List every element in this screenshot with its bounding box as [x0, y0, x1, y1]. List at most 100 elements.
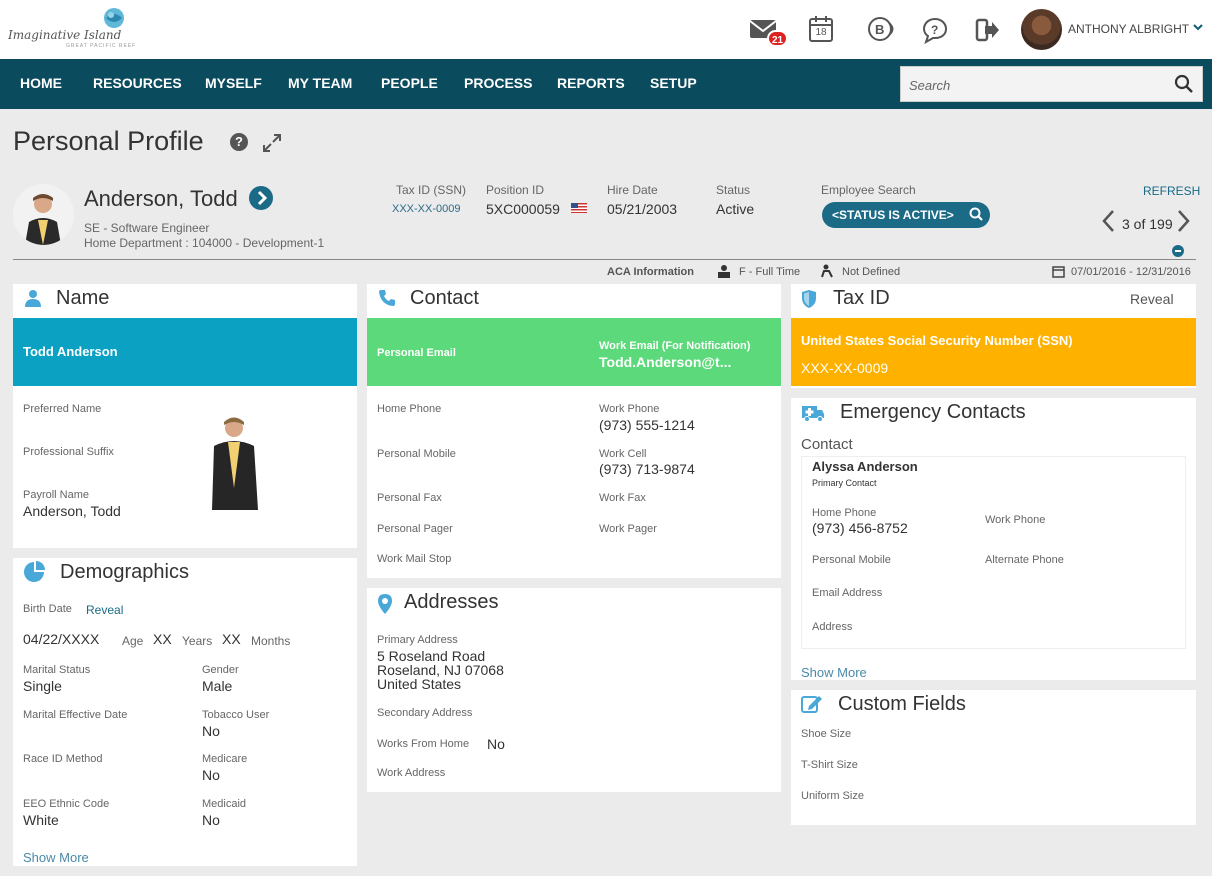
- emergency-contact-entry: Alyssa Anderson Primary Contact Home Pho…: [801, 456, 1186, 649]
- personal-pager-label: Personal Pager: [377, 523, 453, 535]
- search-input[interactable]: [909, 75, 1159, 95]
- work-cell-label: Work Cell: [599, 448, 647, 460]
- not-defined-icon: [821, 264, 833, 278]
- medicaid-label: Medicaid: [202, 798, 247, 810]
- works-from-home-label: Works From Home: [377, 738, 470, 750]
- work-mail-stop-label: Work Mail Stop: [377, 553, 452, 565]
- reveal-birth-date-link[interactable]: Reveal: [86, 603, 123, 617]
- card-title-name: Name: [56, 287, 110, 309]
- payroll-name-label: Payroll Name: [23, 489, 90, 501]
- reveal-tax-id-link[interactable]: Reveal: [1130, 291, 1174, 307]
- marital-status-label: Marital Status: [23, 664, 91, 676]
- nav-process[interactable]: PROCESS: [464, 75, 532, 91]
- birth-date-label: Birth Date: [23, 603, 72, 615]
- tax-id-label: Tax ID (SSN): [396, 183, 467, 197]
- emergency-show-more-link[interactable]: Show More: [801, 665, 867, 680]
- nav-my-team[interactable]: MY TEAM: [288, 75, 352, 91]
- professional-suffix-label: Professional Suffix: [23, 446, 114, 458]
- payroll-name-value: Anderson, Todd: [23, 503, 121, 519]
- nav-reports[interactable]: REPORTS: [557, 75, 625, 91]
- emergency-work-phone-label: Work Phone: [985, 514, 1046, 526]
- aca-full-time: F - Full Time: [739, 266, 801, 278]
- personal-fax-label: Personal Fax: [377, 492, 442, 504]
- help-chat-icon[interactable]: ?: [921, 16, 949, 44]
- emergency-address-label: Address: [812, 621, 853, 633]
- company-logo[interactable]: Imaginative Island GREAT PACIFIC REEF: [8, 6, 135, 54]
- work-email-value[interactable]: Todd.Anderson@t...: [599, 354, 731, 370]
- primary-address-label: Primary Address: [377, 634, 458, 646]
- refresh-link[interactable]: REFRESH: [1143, 184, 1200, 198]
- collapse-icon[interactable]: [1172, 245, 1184, 257]
- question-icon[interactable]: ?: [230, 133, 248, 151]
- logo-globe-icon: [104, 8, 124, 28]
- nav-setup[interactable]: SETUP: [650, 75, 697, 91]
- name-card: Name Todd Anderson Preferred Name Profes…: [13, 284, 357, 548]
- status-filter-label: <STATUS IS ACTIVE>: [832, 208, 954, 222]
- nav-home[interactable]: HOME: [20, 75, 62, 91]
- addresses-card: Addresses Primary Address 5 Roseland Roa…: [367, 588, 781, 792]
- logo-text: Imaginative Island: [8, 28, 122, 42]
- personal-mobile-label: Personal Mobile: [377, 448, 456, 460]
- marital-status-value: Single: [23, 678, 62, 694]
- expand-icon[interactable]: [262, 133, 282, 153]
- calendar-icon[interactable]: 18: [808, 15, 834, 43]
- work-fax-label: Work Fax: [599, 492, 646, 504]
- tax-id-band: United States Social Security Number (SS…: [791, 318, 1196, 386]
- calendar-icon: [1052, 266, 1065, 278]
- search-box: [900, 66, 1203, 102]
- user-name[interactable]: ANTHONY ALBRIGHT: [1068, 22, 1189, 36]
- eeo-ethnic-code-label: EEO Ethnic Code: [23, 798, 110, 810]
- chevron-down-icon[interactable]: [1192, 21, 1204, 36]
- personal-email-label: Personal Email: [377, 347, 456, 359]
- phone-icon: [379, 290, 395, 306]
- shield-icon: [802, 290, 816, 308]
- search-icon[interactable]: [968, 206, 984, 222]
- emergency-home-phone-label: Home Phone: [812, 507, 877, 519]
- card-title-addresses: Addresses: [404, 591, 499, 613]
- nav-people[interactable]: PEOPLE: [381, 75, 438, 91]
- full-time-icon: [718, 265, 730, 278]
- status-value: Active: [716, 201, 755, 217]
- work-pager-label: Work Pager: [599, 523, 657, 535]
- chevron-right-icon[interactable]: [249, 186, 273, 210]
- aca-label: ACA Information: [607, 266, 694, 278]
- employee-photo: [13, 184, 74, 245]
- chevron-left-icon[interactable]: [1101, 209, 1115, 239]
- works-from-home-value: No: [487, 736, 505, 752]
- pie-chart-icon: [24, 561, 45, 582]
- marital-effective-date-label: Marital Effective Date: [23, 709, 128, 721]
- employee-department: Home Department : 104000 - Development-1: [84, 236, 325, 250]
- tobacco-user-value: No: [202, 723, 220, 739]
- emergency-email-label: Email Address: [812, 587, 883, 599]
- eeo-ethnic-code-value: White: [23, 812, 59, 828]
- chevron-right-icon[interactable]: [1177, 209, 1191, 239]
- nav-myself[interactable]: MYSELF: [205, 75, 262, 91]
- medicare-value: No: [202, 767, 220, 783]
- status-filter-pill[interactable]: <STATUS IS ACTIVE>: [822, 202, 990, 228]
- secondary-address-label: Secondary Address: [377, 707, 473, 719]
- card-title-emergency-contacts: Emergency Contacts: [840, 401, 1026, 423]
- user-avatar[interactable]: [1021, 9, 1062, 50]
- tax-id-card: Tax ID Reveal United States Social Secur…: [791, 284, 1196, 388]
- work-cell-value: (973) 713-9874: [599, 461, 695, 477]
- tax-id-value: XXX-XX-0009: [392, 203, 461, 215]
- ssn-label: United States Social Security Number (SS…: [801, 333, 1073, 348]
- search-icon[interactable]: [1174, 74, 1194, 94]
- full-name: Todd Anderson: [23, 344, 118, 359]
- emergency-contacts-card: Emergency Contacts Contact Alyssa Anders…: [791, 398, 1196, 680]
- emergency-home-phone-value: (973) 456-8752: [812, 520, 908, 536]
- nav-resources[interactable]: RESOURCES: [93, 75, 182, 91]
- aca-date-range: 07/01/2016 - 12/31/2016: [1071, 266, 1191, 278]
- position-id-value: 5XC000059: [486, 201, 560, 217]
- uniform-size-label: Uniform Size: [801, 790, 864, 802]
- work-address-label: Work Address: [377, 767, 446, 779]
- mail-count-badge: 21: [767, 30, 788, 47]
- benefits-icon[interactable]: B: [866, 15, 898, 43]
- demographics-show-more-link[interactable]: Show More: [23, 850, 89, 865]
- logout-icon[interactable]: [975, 18, 1001, 42]
- emergency-contact-role: Primary Contact: [812, 478, 877, 488]
- emergency-contact-name: Alyssa Anderson: [812, 459, 918, 474]
- age-months-value: XX: [222, 631, 241, 647]
- card-title-contact: Contact: [410, 287, 479, 309]
- svg-text:B: B: [875, 22, 884, 37]
